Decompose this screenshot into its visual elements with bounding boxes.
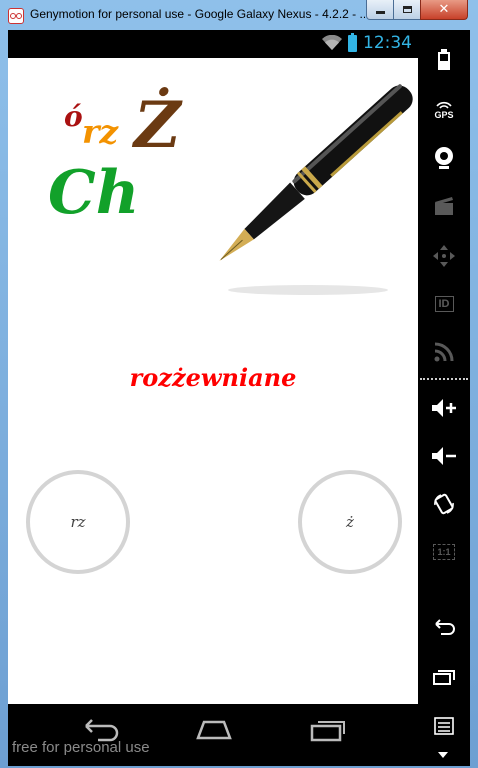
logo-letter-z: Ż [134,88,181,163]
back-arrow-icon [435,619,455,635]
android-recent-button[interactable] [418,654,470,698]
toolbar-separator [420,378,468,380]
pixel-ratio-button[interactable]: 1:1 [418,530,470,574]
dpad-widget-button[interactable] [418,234,470,278]
volume-up-button[interactable] [418,386,470,430]
status-bar: 12:34 [8,30,418,58]
target-word: rozżewniane [129,363,297,392]
volume-down-icon [432,447,456,465]
battery-widget-button[interactable] [418,38,470,82]
gps-widget-button[interactable]: GPS [418,88,470,132]
back-icon[interactable] [78,714,122,742]
menu-icon [434,717,454,735]
title-bar[interactable]: Genymotion for personal use - Google Gal… [0,0,478,30]
network-widget-button[interactable] [418,330,470,374]
volume-up-icon [432,399,456,417]
device-display: 12:34 ó rz Ż Ch rozżewniane rz ż free fo… [8,30,418,766]
chevron-down-icon[interactable] [438,752,448,758]
volume-down-button[interactable] [418,434,470,478]
status-clock: 12:34 [363,33,412,53]
app-screen: ó rz Ż Ch rozżewniane rz ż [8,58,418,704]
choice-z-dot-button[interactable]: ż [298,470,402,574]
navigation-bar: free for personal use [8,704,418,766]
logo-letter-ch: Ch [48,158,140,228]
home-icon[interactable] [192,714,236,742]
watermark-text: free for personal use [12,739,150,756]
genymotion-window: Genymotion for personal use - Google Gal… [0,0,478,768]
fountain-pen-icon [219,84,413,295]
genymotion-side-toolbar: GPS ID 1:1 [418,30,470,766]
recent-apps-icon[interactable] [306,714,350,742]
close-icon: ✕ [438,2,450,17]
gps-label: GPS [434,110,454,120]
webcam-widget-button[interactable] [418,136,470,180]
android-back-button[interactable] [418,604,470,648]
android-menu-button[interactable] [418,704,470,748]
maximize-icon [402,6,412,13]
rss-icon [434,342,454,362]
window-title: Genymotion for personal use - Google Gal… [30,7,365,21]
battery-icon [348,32,357,52]
choice-rz-button[interactable]: rz [26,470,130,574]
pixel-ratio-icon: 1:1 [433,544,455,560]
battery-icon [438,49,450,70]
minimize-icon [375,11,385,14]
close-button[interactable]: ✕ [420,0,468,20]
device-id-widget-button[interactable]: ID [418,282,470,326]
rotate-icon [434,493,454,515]
dpad-icon [433,245,455,267]
genymotion-icon [8,8,24,24]
wifi-icon [322,35,342,50]
rotate-button[interactable] [418,482,470,526]
logo-letter-o: ó [64,100,83,133]
logo-letter-rz: rz [82,112,119,151]
clapperboard-icon [435,197,453,215]
gps-icon [436,101,452,109]
maximize-button[interactable] [393,0,421,20]
webcam-icon [435,147,453,169]
minimize-button[interactable] [366,0,394,20]
id-icon: ID [434,296,454,312]
capture-widget-button[interactable] [418,184,470,228]
recent-apps-icon [433,670,455,685]
app-logo: ó rz Ż Ch [48,88,198,236]
